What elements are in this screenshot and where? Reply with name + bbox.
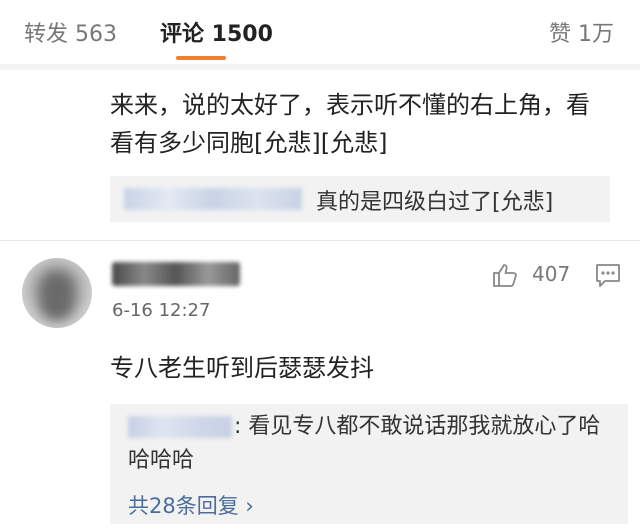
reply-text: 真的是四级白过了[允悲] xyxy=(316,190,554,215)
reply-box[interactable]: : 看见专八都不敢说话那我就放心了哈哈哈哈 共28条回复 › xyxy=(110,404,628,524)
comment-timestamp: 6-16 12:27 xyxy=(112,300,211,321)
tab-repost[interactable]: 转发 563 xyxy=(24,16,117,48)
reply-text: : 看见专八都不敢说话那我就放心了哈哈哈哈 xyxy=(128,414,601,473)
avatar[interactable] xyxy=(22,258,92,328)
reply-box[interactable]: 真的是四级白过了[允悲] xyxy=(110,176,610,222)
comment-text: 专八老生听到后瑟瑟发抖 xyxy=(110,354,374,382)
more-replies-link[interactable]: 共28条回复 › xyxy=(128,490,254,520)
comment-tabs: 转发 563 评论 1500 赞 1万 xyxy=(0,0,640,64)
like-icon[interactable] xyxy=(492,262,518,288)
tab-like[interactable]: 赞 1万 xyxy=(549,16,614,48)
divider xyxy=(0,64,640,70)
divider xyxy=(0,240,640,241)
comment-text: 来来，说的太好了，表示听不懂的右上角，看看有多少同胞[允悲][允悲] xyxy=(110,91,590,157)
tab-comment[interactable]: 评论 1500 xyxy=(160,16,273,48)
blurred-username xyxy=(124,188,302,210)
active-tab-indicator xyxy=(176,56,226,60)
like-count[interactable]: 407 xyxy=(532,262,570,286)
comment-icon[interactable] xyxy=(594,262,622,288)
blurred-username[interactable] xyxy=(112,262,240,286)
